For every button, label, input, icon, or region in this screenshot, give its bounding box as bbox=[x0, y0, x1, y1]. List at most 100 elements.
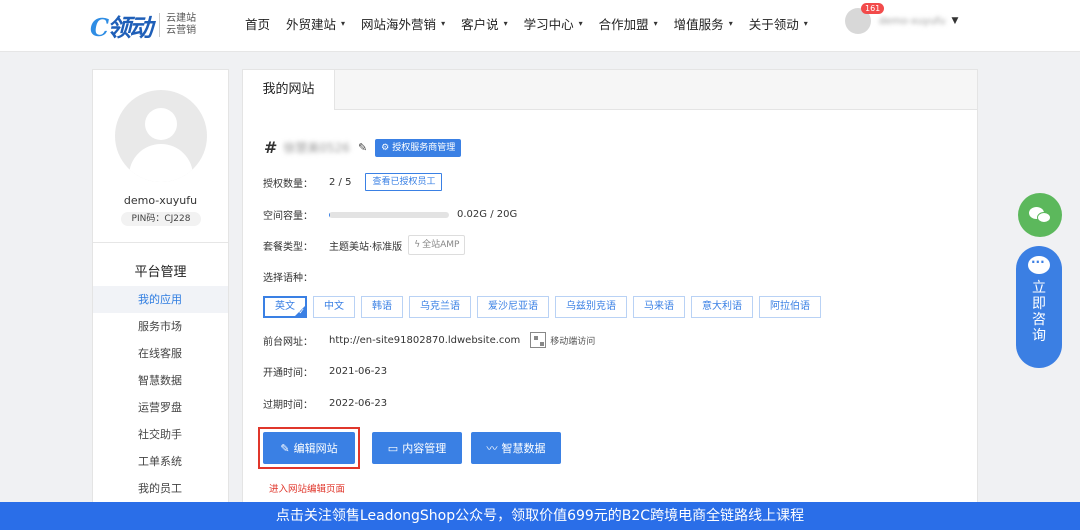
sidebar-item-0[interactable]: 我的应用 bbox=[93, 286, 228, 313]
language-option-0[interactable]: 英文 ✓ bbox=[263, 296, 307, 318]
language-option-1[interactable]: 中文 bbox=[313, 296, 355, 318]
sidebar-item-4[interactable]: 运营罗盘 bbox=[93, 394, 228, 421]
language-option-label: 乌兹别克语 bbox=[566, 301, 616, 312]
plan-row: 套餐类型： 主题美站·标准版 ϟ 全站AMP bbox=[263, 235, 466, 255]
sidebar-item-6[interactable]: 工单系统 bbox=[93, 448, 228, 475]
auth-provider-button[interactable]: ⚙ 授权服务商管理 bbox=[375, 138, 462, 157]
plan-value: 主题美站·标准版 bbox=[329, 241, 403, 253]
wechat-icon bbox=[1029, 206, 1051, 224]
sidebar-item-5[interactable]: 社交助手 bbox=[93, 421, 228, 448]
nav-item-label: 增值服务 bbox=[673, 16, 724, 32]
nav-item-3[interactable]: 客户说 ▾ bbox=[461, 14, 508, 33]
language-row: 选择语种： bbox=[263, 269, 329, 284]
auth-count-label: 授权数量： bbox=[263, 178, 313, 190]
nav-item-label: 首页 bbox=[245, 16, 271, 32]
user-name[interactable]: demo-xuyufu bbox=[879, 16, 946, 27]
frontend-label: 前台网址： bbox=[263, 336, 313, 348]
mobile-access-link[interactable]: 移动端访问 bbox=[550, 334, 595, 347]
language-option-8[interactable]: 阿拉伯语 bbox=[759, 296, 821, 318]
edit-name-icon[interactable]: ✎ bbox=[358, 141, 367, 154]
monitor-icon: ▭ bbox=[387, 441, 399, 455]
plan-label: 套餐类型： bbox=[263, 241, 313, 253]
sidebar-item-3[interactable]: 智慧数据 bbox=[93, 367, 228, 394]
chevron-down-icon: ▾ bbox=[503, 18, 508, 28]
nav-item-label: 学习中心 bbox=[523, 16, 574, 32]
nav-item-label: 合作加盟 bbox=[598, 16, 649, 32]
promo-banner[interactable]: 点击关注领售LeadongShop公众号，领取价值699元的B2C跨境电商全链路… bbox=[0, 502, 1080, 530]
language-option-label: 韩语 bbox=[372, 301, 392, 312]
storage-row: 空间容量： 0.02G / 20G bbox=[263, 207, 517, 222]
language-option-4[interactable]: 爱沙尼亚语 bbox=[477, 296, 549, 318]
storage-label: 空间容量： bbox=[263, 211, 313, 222]
tab-bar: 我的网站 bbox=[243, 70, 977, 110]
storage-progress bbox=[329, 211, 449, 218]
caret-down-icon[interactable]: ▼ bbox=[952, 16, 959, 26]
language-option-label: 爱沙尼亚语 bbox=[488, 301, 538, 312]
notification-badge: 161 bbox=[861, 3, 885, 14]
nav-item-1[interactable]: 外贸建站 ▾ bbox=[286, 14, 345, 33]
nav-item-label: 关于领动 bbox=[748, 16, 799, 32]
amp-badge[interactable]: ϟ 全站AMP bbox=[408, 235, 466, 255]
gear-icon: ⚙ bbox=[381, 142, 390, 153]
sidebar-item-7[interactable]: 我的员工 bbox=[93, 475, 228, 502]
content-management-button[interactable]: ▭ 内容管理 bbox=[372, 432, 462, 464]
chevron-down-icon: ▾ bbox=[441, 18, 446, 28]
nav-item-6[interactable]: 增值服务 ▾ bbox=[674, 14, 733, 33]
highlight-box bbox=[258, 427, 360, 469]
language-option-label: 意大利语 bbox=[702, 301, 742, 312]
nav-item-2[interactable]: 网站海外营销 ▾ bbox=[361, 14, 445, 33]
language-label: 选择语种： bbox=[263, 273, 313, 284]
chevron-down-icon: ▾ bbox=[578, 18, 583, 28]
logo[interactable]: C领动 云建站 云营销 bbox=[90, 10, 196, 42]
open-time-label: 开通时间： bbox=[263, 368, 313, 379]
consult-button[interactable]: 立即咨询 bbox=[1016, 246, 1062, 368]
storage-progress-fill bbox=[329, 211, 330, 218]
nav-item-label: 网站海外营销 bbox=[361, 16, 437, 32]
sidebar-item-2[interactable]: 在线客服 bbox=[93, 340, 228, 367]
language-option-label: 马来语 bbox=[644, 301, 674, 312]
divider bbox=[93, 242, 228, 243]
open-time-value: 2021-06-23 bbox=[329, 366, 388, 377]
nav-item-4[interactable]: 学习中心 ▾ bbox=[524, 14, 583, 33]
top-header: C领动 云建站 云营销 首页 外贸建站 ▾ 网站海外营销 ▾ 客户说 ▾ 学习中心 ▾ 合作加盟 ▾ 增… bbox=[0, 0, 1080, 52]
chevron-down-icon: ▾ bbox=[341, 18, 346, 28]
main-nav: 首页 外贸建站 ▾ 网站海外营销 ▾ 客户说 ▾ 学习中心 ▾ 合作加盟 ▾ 增值服务 ▾ 关于领动 ▾ bbox=[245, 0, 824, 46]
nav-item-label: 客户说 bbox=[461, 16, 499, 32]
edit-hint: 进入网站编辑页面 bbox=[269, 484, 346, 495]
chevron-down-icon: ▾ bbox=[653, 18, 658, 28]
site-name: 徐慧美0526 bbox=[283, 141, 350, 155]
chevron-down-icon: ▾ bbox=[728, 18, 733, 28]
checkmark-icon: ✓ bbox=[298, 307, 305, 316]
language-option-7[interactable]: 意大利语 bbox=[691, 296, 753, 318]
wechat-button[interactable] bbox=[1018, 193, 1062, 237]
language-option-5[interactable]: 乌兹别克语 bbox=[555, 296, 627, 318]
language-option-3[interactable]: 乌克兰语 bbox=[409, 296, 471, 318]
expire-time-label: 过期时间： bbox=[263, 400, 313, 411]
user-menu[interactable]: 161 demo-xuyufu ▼ bbox=[845, 3, 959, 34]
nav-item-5[interactable]: 合作加盟 ▾ bbox=[599, 14, 658, 33]
user-avatar[interactable]: 161 bbox=[845, 3, 885, 34]
nav-item-0[interactable]: 首页 bbox=[245, 14, 270, 33]
frontend-url[interactable]: http://en-site91802870.ldwebsite.com bbox=[329, 335, 520, 346]
sidebar-item-1[interactable]: 服务市场 bbox=[93, 313, 228, 340]
frontend-row: 前台网址： http://en-site91802870.ldwebsite.c… bbox=[263, 332, 595, 348]
view-authorized-staff-button[interactable]: 查看已授权员工 bbox=[365, 173, 443, 191]
auth-count-row: 授权数量： 2 / 5 查看已授权员工 bbox=[263, 173, 443, 191]
nav-item-7[interactable]: 关于领动 ▾ bbox=[749, 14, 808, 33]
expire-time-row: 过期时间： 2022-06-23 bbox=[263, 396, 387, 411]
logo-subtitle: 云建站 云营销 bbox=[159, 13, 196, 37]
profile-name: demo-xuyufu bbox=[123, 194, 198, 207]
tab-my-website[interactable]: 我的网站 bbox=[243, 70, 335, 110]
qr-code-icon[interactable] bbox=[530, 332, 547, 348]
chat-icon bbox=[1028, 255, 1050, 274]
language-option-2[interactable]: 韩语 bbox=[361, 296, 403, 318]
smart-data-button[interactable]: 〰智慧数据 bbox=[471, 432, 561, 464]
language-option-6[interactable]: 马来语 bbox=[633, 296, 685, 318]
main-panel: 我的网站 # 徐慧美0526 ✎ ⚙ 授权服务商管理 授权数量： 2 / 5 查… bbox=[242, 69, 978, 509]
site-hash: # bbox=[264, 138, 278, 157]
consult-label: 立即咨询 bbox=[1032, 280, 1046, 344]
menu-title: 平台管理 bbox=[134, 265, 187, 280]
language-option-label: 阿拉伯语 bbox=[770, 301, 810, 312]
chevron-down-icon: ▾ bbox=[803, 18, 808, 28]
pin-badge: PIN码：CJ228 bbox=[121, 212, 201, 226]
